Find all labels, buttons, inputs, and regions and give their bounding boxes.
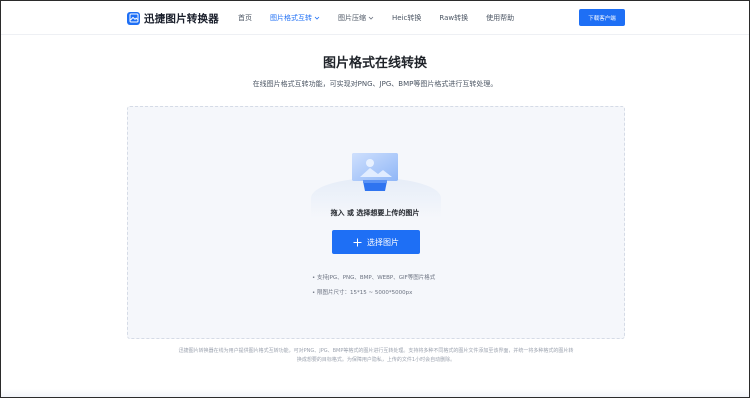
upload-dropzone[interactable]	[127, 106, 625, 339]
main-menu: 首页 图片格式互转 图片压缩 Heic转换 Raw转换 使用帮助	[238, 13, 532, 23]
select-image-label: 选择图片	[367, 237, 399, 247]
bottom-band	[1, 389, 749, 397]
page-title: 图片格式在线转换	[322, 56, 427, 71]
supported-formats-text: • 支持JPG、PNG、BMP、WEBP、GIF等图片格式	[312, 275, 436, 281]
nav-help-label: 使用帮助	[486, 14, 515, 22]
chevron-down-icon	[368, 16, 374, 20]
download-client-button[interactable]: 下载客户端	[579, 9, 625, 26]
image-logo-icon	[127, 11, 140, 25]
footer-note: 迅捷图片转换器在线为用户提供图片格式互转功能，可对PNG、JPG、BMP等格式的…	[151, 347, 601, 365]
image-upload-illustration	[352, 153, 398, 191]
top-navigation: 迅捷图片转换器 首页 图片格式互转 图片压缩 Heic转换 Raw转换 使用帮助…	[1, 1, 749, 35]
footer-note-line-1: 迅捷图片转换器在线为用户提供图片格式互转功能，可对PNG、JPG、BMP等格式的…	[178, 348, 574, 354]
nav-compress[interactable]: 图片压缩	[338, 13, 374, 23]
nav-home[interactable]: 首页	[238, 13, 252, 23]
nav-heic[interactable]: Heic转换	[392, 13, 421, 23]
nav-heic-label: Heic转换	[392, 14, 422, 22]
logo-text: 迅捷图片转换器	[144, 12, 219, 25]
footer-note-line-2: 换成想要的目标格式。为保障用户隐私，上传的文件1小时会自动删除。	[296, 357, 456, 363]
chevron-down-icon	[314, 16, 320, 20]
nav-format-convert[interactable]: 图片格式互转	[270, 13, 320, 23]
nav-format-convert-label: 图片格式互转	[270, 14, 312, 22]
plus-icon	[353, 238, 362, 246]
nav-raw-label: Raw转换	[439, 14, 469, 22]
nav-raw[interactable]: Raw转换	[439, 13, 468, 23]
nav-compress-label: 图片压缩	[338, 14, 366, 22]
nav-home-label: 首页	[238, 14, 252, 22]
browser-viewport: 迅捷图片转换器 首页 图片格式互转 图片压缩 Heic转换 Raw转换 使用帮助…	[0, 0, 750, 398]
select-image-button[interactable]: 选择图片	[332, 230, 420, 254]
size-limit-text: • 限图片尺寸：15*15 ~ 5000*5000px	[312, 290, 413, 296]
page-subtitle: 在线图片格式互转功能，可实现对PNG、JPG、BMP等图片格式进行互转处理。	[252, 80, 498, 88]
logo[interactable]: 迅捷图片转换器	[127, 10, 219, 26]
nav-help[interactable]: 使用帮助	[486, 13, 514, 23]
drop-instruction: 拖入 或 选择想要上传的图片	[330, 209, 420, 217]
